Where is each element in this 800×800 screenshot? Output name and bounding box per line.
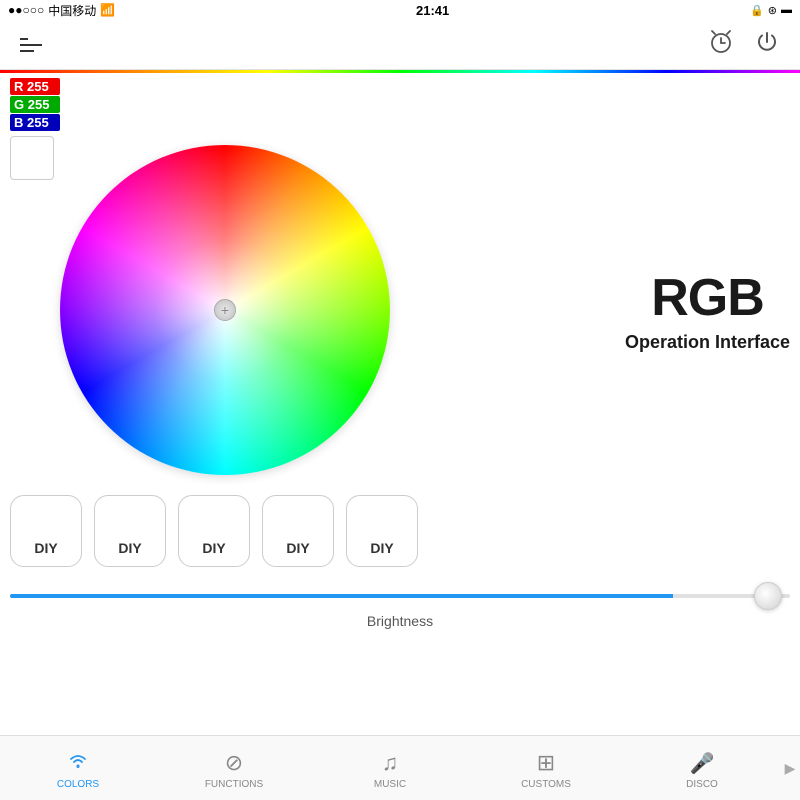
g-label: G 255: [10, 96, 60, 113]
lock-icon: 🔒: [750, 4, 764, 17]
power-button[interactable]: [754, 29, 780, 61]
rgb-labels: R 255 G 255 B 255: [10, 78, 60, 180]
diy-button-1[interactable]: DIY: [10, 495, 82, 567]
tab-music[interactable]: ♫ MUSIC: [312, 736, 468, 800]
color-preview: [10, 136, 54, 180]
tab-customs[interactable]: ⊞ CUSTOMS: [468, 736, 624, 800]
signal-dots: ●●○○○: [8, 3, 44, 17]
tab-colors[interactable]: COLORS: [0, 736, 156, 800]
rgb-title: RGB: [625, 268, 790, 328]
wifi-icon: 📶: [100, 3, 115, 17]
wheel-center-handle[interactable]: +: [214, 299, 236, 321]
wheel-area: + RGB Operation Interface: [0, 145, 800, 475]
brightness-thumb[interactable]: [754, 582, 782, 610]
tab-disco[interactable]: 🎤 DISCO: [624, 736, 780, 800]
customs-tab-label: CUSTOMS: [521, 779, 571, 790]
colors-icon: [66, 750, 90, 776]
brightness-label: Brightness: [10, 613, 790, 629]
status-right: 🔒 ⊛ ▬: [750, 4, 792, 17]
diy-button-5[interactable]: DIY: [346, 495, 418, 567]
tab-functions[interactable]: ⊘ FUNCTIONS: [156, 736, 312, 800]
carrier-name: 中国移动: [48, 2, 96, 19]
rgb-info-panel: RGB Operation Interface: [625, 268, 790, 353]
disco-tab-label: DISCO: [686, 779, 718, 790]
bluetooth-icon: ⊛: [768, 4, 777, 17]
functions-icon: ⊘: [225, 750, 243, 776]
battery-icon: ▬: [781, 4, 792, 16]
customs-icon: ⊞: [537, 750, 555, 776]
brightness-section: Brightness: [0, 581, 800, 629]
status-time: 21:41: [416, 3, 449, 18]
nav-action-icons: [708, 29, 780, 61]
alarm-button[interactable]: [708, 29, 734, 61]
tab-bar: COLORS ⊘ FUNCTIONS ♫ MUSIC ⊞ CUSTOMS 🎤 D…: [0, 735, 800, 800]
diy-button-4[interactable]: DIY: [262, 495, 334, 567]
nav-bar: [0, 20, 800, 70]
b-label: B 255: [10, 114, 60, 131]
status-left: ●●○○○ 中国移动 📶: [8, 2, 115, 19]
r-label: R 255: [10, 78, 60, 95]
brightness-track: [10, 594, 790, 598]
tab-arrow: ▶: [780, 736, 800, 800]
functions-tab-label: FUNCTIONS: [205, 779, 263, 790]
diy-section: DIY DIY DIY DIY DIY: [0, 495, 800, 567]
color-wheel-container[interactable]: +: [60, 145, 390, 475]
music-tab-label: MUSIC: [374, 779, 406, 790]
music-icon: ♫: [382, 750, 399, 776]
rgb-subtitle: Operation Interface: [625, 332, 790, 353]
brightness-slider-wrapper[interactable]: [10, 581, 790, 611]
disco-icon: 🎤: [690, 751, 715, 776]
diy-button-2[interactable]: DIY: [94, 495, 166, 567]
status-bar: ●●○○○ 中国移动 📶 21:41 🔒 ⊛ ▬: [0, 0, 800, 20]
diy-button-3[interactable]: DIY: [178, 495, 250, 567]
colors-tab-label: COLORS: [57, 779, 99, 790]
menu-button[interactable]: [20, 38, 42, 52]
